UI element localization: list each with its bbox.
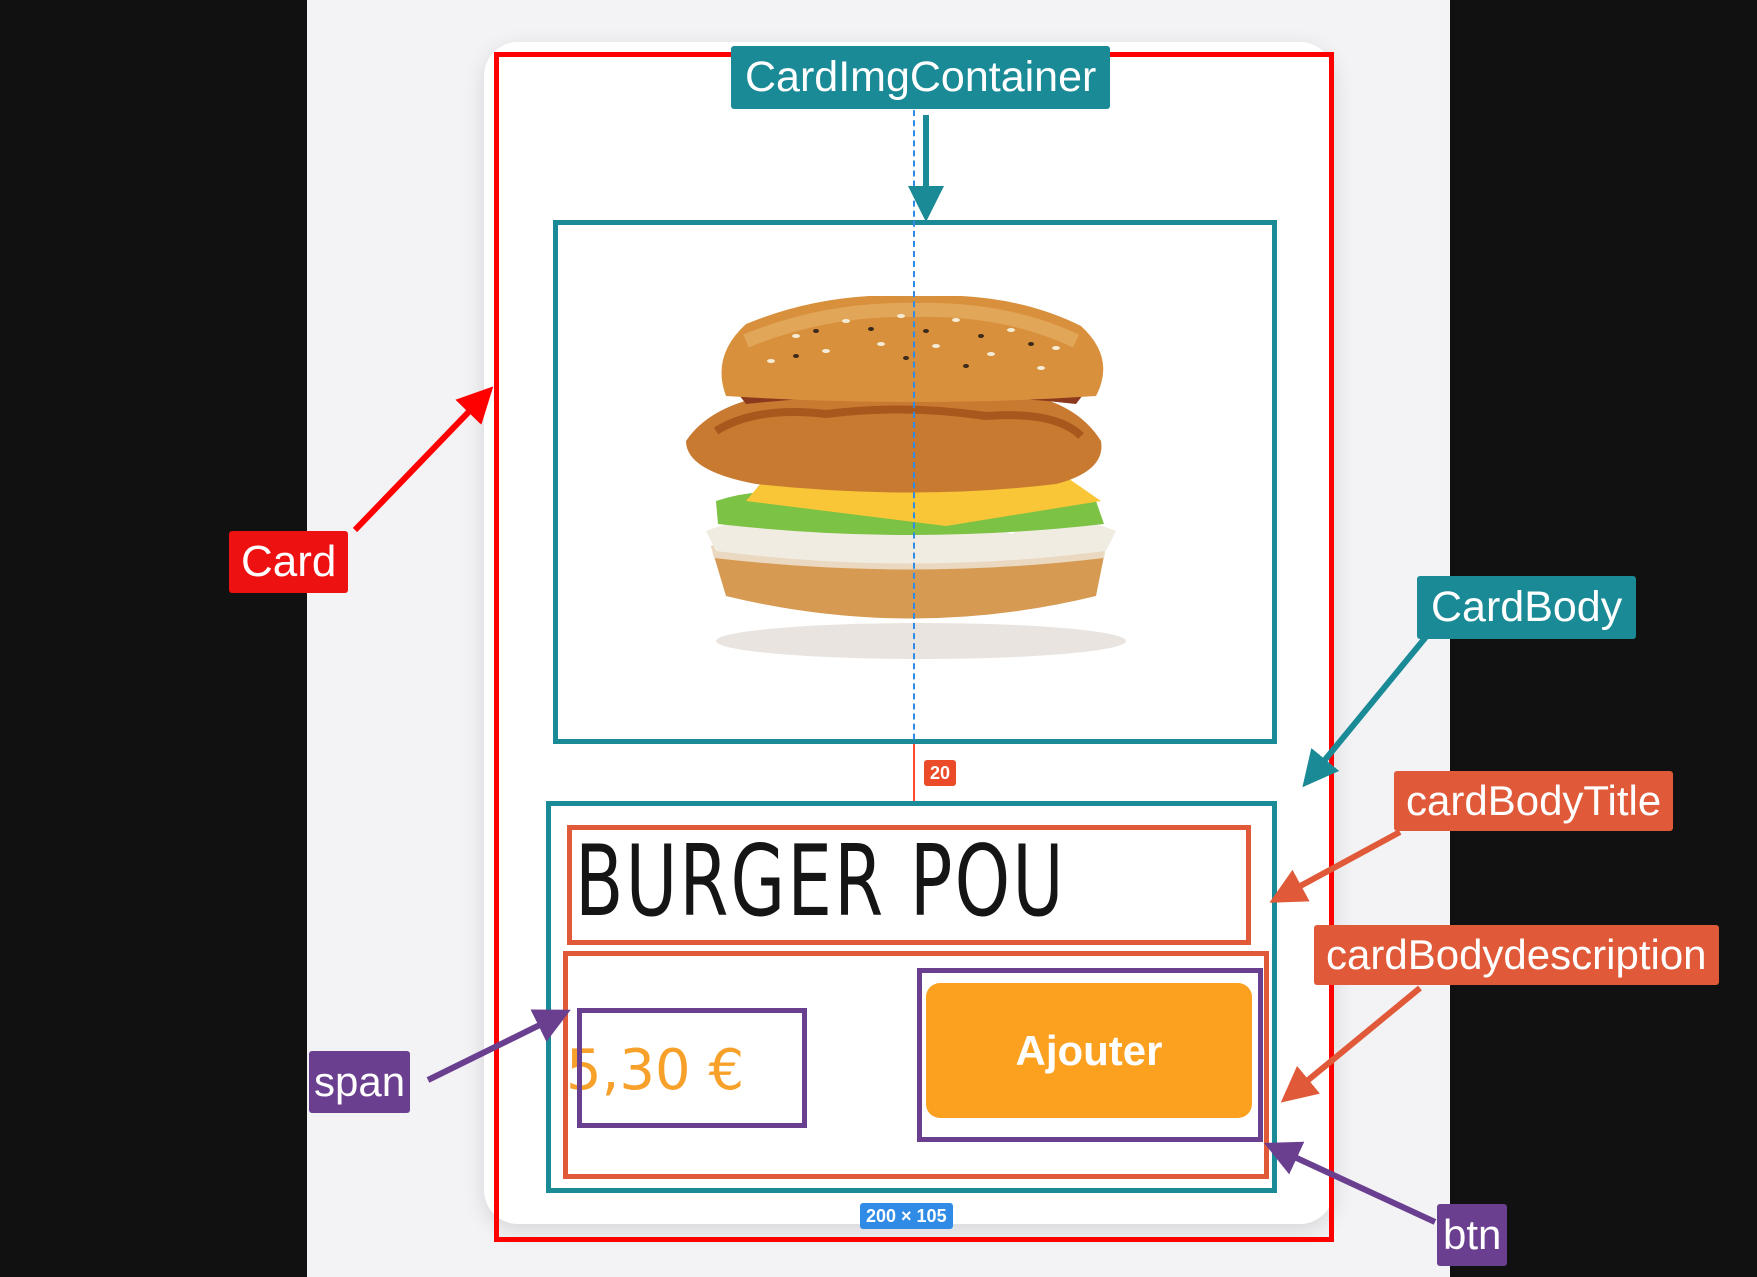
card-img-container-label: CardImgContainer: [731, 46, 1111, 109]
card-label: Card: [229, 531, 349, 593]
btn-label: btn: [1437, 1204, 1508, 1266]
card-body-label: CardBody: [1417, 576, 1637, 639]
span-label: span: [309, 1051, 411, 1113]
size-badge: 200 × 105: [860, 1203, 953, 1229]
card-title: BURGER POULET: [575, 825, 1058, 939]
span-outline: [577, 1008, 807, 1128]
btn-outline: [917, 968, 1263, 1142]
card-body-title-label: cardBodyTitle: [1394, 771, 1674, 831]
card-body-description-label: cardBodydescription: [1314, 925, 1719, 985]
gap-badge: 20: [924, 760, 957, 786]
